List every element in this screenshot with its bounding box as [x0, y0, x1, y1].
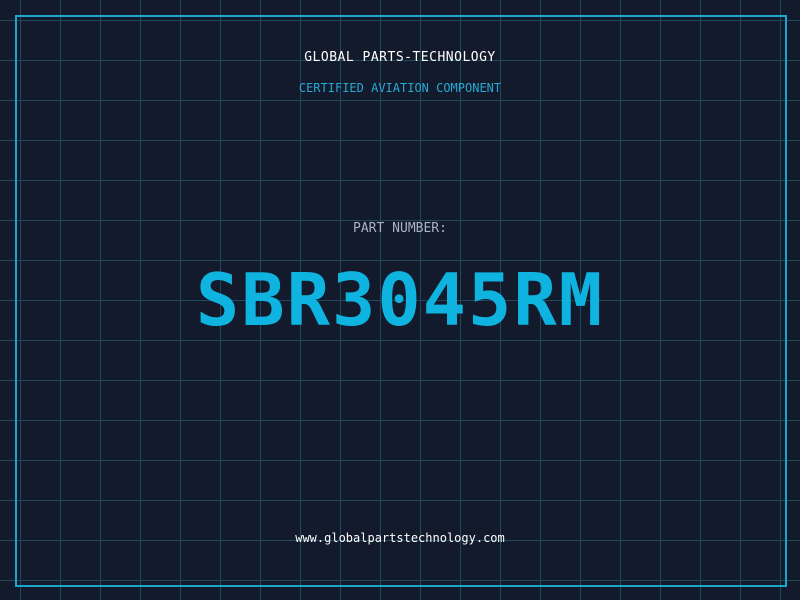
part-number-label: PART NUMBER:: [353, 221, 447, 236]
website-url: www.globalpartstechnology.com: [295, 531, 505, 545]
part-number-value: SBR3045RM: [195, 258, 605, 342]
brand-tagline: CERTIFIED AVIATION COMPONENT: [298, 81, 502, 95]
part-card: GLOBAL PARTS-TECHNOLOGY CERTIFIED AVIATI…: [0, 0, 800, 600]
brand-name: GLOBAL PARTS-TECHNOLOGY: [304, 50, 496, 65]
